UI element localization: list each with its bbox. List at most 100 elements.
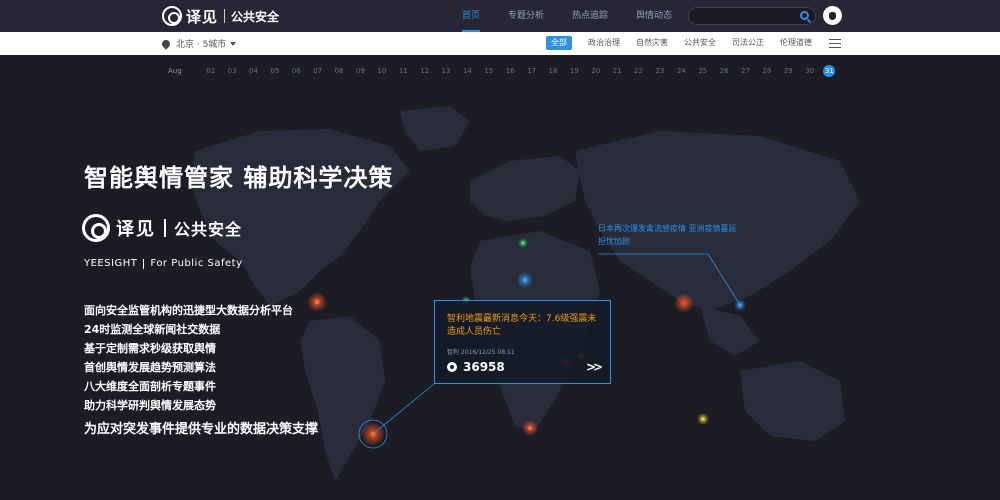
apple-icon[interactable] bbox=[823, 6, 842, 25]
brand-divider bbox=[164, 219, 166, 237]
timeline-day[interactable]: 29 bbox=[778, 67, 799, 77]
eye-icon bbox=[447, 362, 457, 372]
tab-public-safety[interactable]: 公共安全 bbox=[684, 36, 716, 50]
popup-meta: 智利 2016/12/25 08:11 bbox=[447, 349, 515, 356]
timeline-day[interactable]: 06 bbox=[286, 67, 307, 77]
popup-count-value: 36958 bbox=[463, 360, 505, 374]
south-america bbox=[300, 316, 385, 481]
timeline-day[interactable]: 12 bbox=[414, 67, 435, 77]
timeline-day[interactable]: 15 bbox=[478, 67, 499, 77]
popup-title[interactable]: 智利地震最新消息今天：7.6级强震未造成人员伤亡 bbox=[447, 313, 603, 339]
world-map bbox=[190, 106, 860, 481]
brand-subtitle: 公共安全 bbox=[174, 220, 243, 239]
timeline-day[interactable]: 31 bbox=[823, 65, 836, 77]
search-icon[interactable] bbox=[800, 11, 809, 20]
tab-ethics[interactable]: 伦理道德 bbox=[780, 36, 812, 50]
main-nav: 首页 专题分析 热点追踪 舆情动态 bbox=[462, 0, 700, 32]
tab-all[interactable]: 全部 bbox=[546, 36, 572, 50]
location-selector[interactable]: 北京 · 5城市 bbox=[160, 37, 237, 50]
timeline-day[interactable]: 04 bbox=[243, 67, 264, 77]
brand-english-name: YEESIGHT bbox=[84, 258, 138, 269]
timeline-day[interactable]: 23 bbox=[649, 67, 670, 77]
brand-english: YEESIGHT For Public Safety bbox=[84, 258, 243, 269]
feature-list: 面向安全监管机构的迅捷型大数据分析平台 24时监测全球新闻社交数据 基于定制需求… bbox=[84, 301, 293, 415]
date-timeline: Aug 02 03 04 05 06 07 08 09 10 11 12 13 14 15 16 17 18 19… bbox=[0, 55, 1000, 91]
news-note[interactable]: 日本再次爆发禽流感疫情 亚洲疫情蔓延担忧加剧 bbox=[598, 222, 738, 248]
news-popup[interactable]: 智利地震最新消息今天：7.6级强震未造成人员伤亡 智利 2016/12/25 0… bbox=[434, 300, 611, 384]
top-navbar: 译见 公共安全 首页 专题分析 热点追踪 舆情动态 bbox=[0, 0, 1000, 32]
greenland bbox=[400, 106, 470, 151]
timeline-day[interactable]: 03 bbox=[221, 67, 242, 77]
timeline-day[interactable]: 14 bbox=[457, 67, 478, 77]
timeline-day[interactable]: 17 bbox=[521, 67, 542, 77]
feature-item: 助力科学研判舆情发展态势 bbox=[84, 399, 216, 412]
connector-line bbox=[372, 383, 435, 435]
nav-link-analysis[interactable]: 专题分析 bbox=[508, 0, 544, 32]
tab-justice[interactable]: 司法公正 bbox=[732, 36, 764, 50]
hotspot-core bbox=[701, 417, 705, 421]
timeline-day[interactable]: 09 bbox=[350, 67, 371, 77]
timeline-day[interactable]: 22 bbox=[628, 67, 649, 77]
hotspot-core bbox=[523, 278, 527, 282]
australia bbox=[740, 361, 845, 441]
category-tabs: 全部 政治治理 自然灾害 公共安全 司法公正 伦理道德 bbox=[546, 36, 828, 50]
hero-brand: 译见 公共安全 bbox=[82, 214, 242, 242]
timeline-day[interactable]: 07 bbox=[307, 67, 328, 77]
timeline-day[interactable]: 13 bbox=[435, 67, 456, 77]
location-label: 北京 · 5城市 bbox=[176, 40, 227, 50]
logo[interactable]: 译见 公共安全 bbox=[162, 5, 279, 27]
timeline-days: 02 03 04 05 06 07 08 09 10 11 12 13 14 15 16 17 18 19 20 21… bbox=[200, 65, 836, 77]
search-box bbox=[688, 7, 816, 28]
location-pin-icon bbox=[160, 37, 172, 50]
double-chevron-right-icon[interactable]: >> bbox=[586, 360, 603, 374]
popup-view-count: 36958 bbox=[447, 360, 505, 374]
tab-politics[interactable]: 政治治理 bbox=[588, 36, 620, 50]
feature-item: 基于定制需求秒级获取舆情 bbox=[84, 342, 216, 355]
timeline-day[interactable]: 27 bbox=[735, 67, 756, 77]
brand-english-divider bbox=[143, 258, 145, 269]
brand-logo-icon bbox=[82, 214, 110, 242]
logo-text: 译见 bbox=[186, 7, 219, 26]
timeline-day[interactable]: 24 bbox=[671, 67, 692, 77]
timeline-day[interactable]: 20 bbox=[585, 67, 606, 77]
chevron-down-icon bbox=[230, 41, 237, 46]
hotspot-core bbox=[521, 241, 525, 245]
search-input[interactable] bbox=[689, 12, 793, 28]
tab-disaster[interactable]: 自然灾害 bbox=[636, 36, 668, 50]
hero-tagline: 为应对突发事件提供专业的数据决策支撑 bbox=[84, 422, 319, 437]
timeline-month: Aug bbox=[168, 67, 182, 75]
logo-subtitle: 公共安全 bbox=[231, 9, 280, 24]
feature-item: 24时监测全球新闻社交数据 bbox=[84, 323, 221, 336]
brand-name: 译见 bbox=[116, 219, 156, 240]
hotspot-core bbox=[314, 299, 320, 305]
timeline-day[interactable]: 18 bbox=[542, 67, 563, 77]
timeline-day[interactable]: 21 bbox=[606, 67, 627, 77]
europe bbox=[470, 156, 580, 221]
timeline-day[interactable]: 16 bbox=[499, 67, 520, 77]
timeline-day[interactable]: 11 bbox=[393, 67, 414, 77]
timeline-day[interactable]: 19 bbox=[564, 67, 585, 77]
timeline-day[interactable]: 08 bbox=[328, 67, 349, 77]
southeast-asia bbox=[700, 306, 760, 356]
timeline-day[interactable]: 25 bbox=[692, 67, 713, 77]
feature-item: 首创舆情发展趋势预测算法 bbox=[84, 361, 216, 374]
timeline-day[interactable]: 05 bbox=[264, 67, 285, 77]
timeline-day[interactable]: 28 bbox=[756, 67, 777, 77]
timeline-day[interactable]: 10 bbox=[371, 67, 392, 77]
hotspot-core bbox=[681, 300, 687, 306]
hamburger-menu-icon[interactable] bbox=[829, 39, 841, 48]
brand-english-subtitle: For Public Safety bbox=[150, 258, 243, 269]
hotspot-core bbox=[528, 426, 532, 430]
asia bbox=[575, 131, 860, 311]
nav-link-tracking[interactable]: 热点追踪 bbox=[572, 0, 608, 32]
feature-item: 面向安全监管机构的迅捷型大数据分析平台 bbox=[84, 304, 293, 317]
timeline-day[interactable]: 30 bbox=[799, 67, 820, 77]
timeline-day[interactable]: 02 bbox=[200, 67, 221, 77]
filter-bar: 北京 · 5城市 全部 政治治理 自然灾害 公共安全 司法公正 伦理道德 bbox=[0, 32, 1000, 55]
timeline-day[interactable]: 26 bbox=[713, 67, 734, 77]
logo-icon bbox=[162, 6, 182, 26]
hero-headline: 智能舆情管家 辅助科学决策 bbox=[84, 164, 394, 192]
nav-link-home[interactable]: 首页 bbox=[462, 0, 481, 32]
nav-link-dynamics[interactable]: 舆情动态 bbox=[636, 0, 672, 32]
logo-divider bbox=[224, 9, 226, 23]
